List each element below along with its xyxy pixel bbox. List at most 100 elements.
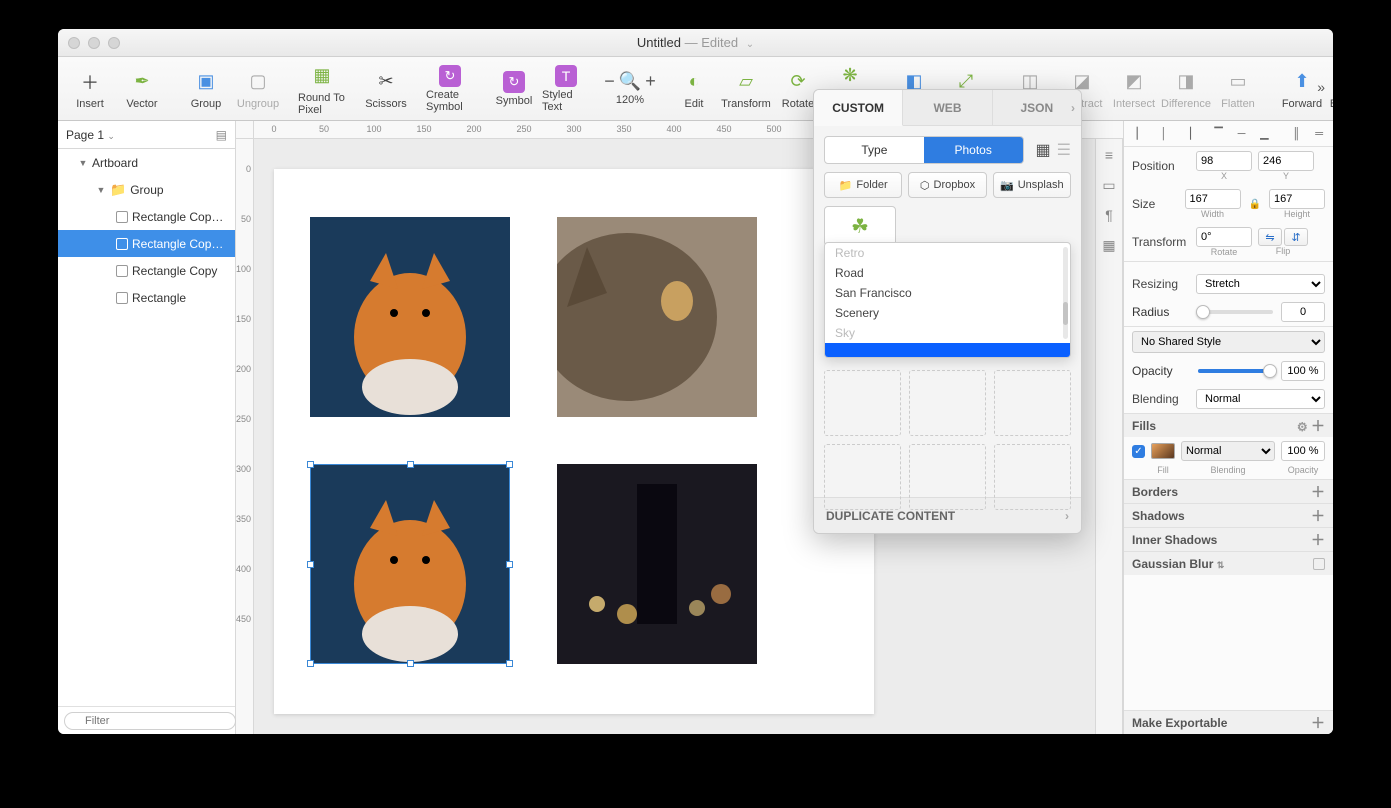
align-bottom-icon[interactable]: ▁ <box>1254 125 1274 143</box>
align-right-icon[interactable]: ▕ <box>1177 125 1197 143</box>
segment-photos[interactable]: Photos <box>924 137 1023 163</box>
edit-button[interactable]: ◐Edit <box>670 60 718 118</box>
artboard[interactable] <box>274 169 874 714</box>
placeholder-slot[interactable] <box>824 370 901 436</box>
round-to-pixel-button[interactable]: ▦Round To Pixel <box>298 60 346 118</box>
fill-blend-select[interactable]: Normal <box>1181 441 1275 461</box>
shared-style-select[interactable]: No Shared Style <box>1132 331 1325 353</box>
resize-handle[interactable] <box>506 660 513 667</box>
grid-view-icon[interactable]: ▦ <box>1036 140 1051 160</box>
fill-enabled-checkbox[interactable]: ✓ <box>1132 445 1145 458</box>
dropbox-button[interactable]: ⬡Dropbox <box>908 172 986 198</box>
height-input[interactable] <box>1269 189 1325 209</box>
distribute-v-icon[interactable]: ═ <box>1309 125 1329 143</box>
intersect-button[interactable]: ◩Intersect <box>1110 60 1158 118</box>
width-input[interactable] <box>1185 189 1241 209</box>
create-symbol-button[interactable]: ↻Create Symbol <box>426 60 474 118</box>
add-fill-icon[interactable]: ＋ <box>1311 418 1325 434</box>
resizing-select[interactable]: Stretch <box>1196 274 1325 294</box>
close-button[interactable] <box>68 37 80 49</box>
align-top-icon[interactable]: ▔ <box>1209 125 1229 143</box>
x-input[interactable] <box>1196 151 1252 171</box>
image-fox-top[interactable] <box>310 217 510 417</box>
resize-handle[interactable] <box>407 461 414 468</box>
dropdown-item[interactable]: Sky <box>825 323 1070 343</box>
export-header[interactable]: Make Exportable＋ <box>1124 710 1333 734</box>
dropdown-item[interactable]: Scenery <box>825 303 1070 323</box>
dropdown-item[interactable]: Road <box>825 263 1070 283</box>
align-panel-icon[interactable]: ≡ <box>1099 145 1119 165</box>
add-shadow-icon[interactable]: ＋ <box>1311 506 1325 526</box>
placeholder-slot[interactable] <box>994 444 1071 510</box>
zoom-button[interactable] <box>108 37 120 49</box>
styled-text-button[interactable]: TStyled Text <box>542 60 590 118</box>
resize-handle[interactable] <box>307 660 314 667</box>
fill-swatch[interactable] <box>1151 443 1175 459</box>
tab-json[interactable]: JSON <box>993 90 1081 126</box>
zoom-out-icon[interactable]: − <box>604 71 615 92</box>
add-export-icon[interactable]: ＋ <box>1311 713 1325 733</box>
add-border-icon[interactable]: ＋ <box>1311 482 1325 502</box>
difference-button[interactable]: ◨Difference <box>1162 60 1210 118</box>
chevron-updown-icon[interactable]: ⇅ <box>1217 560 1225 570</box>
toolbar-overflow-icon[interactable]: » <box>1317 79 1325 95</box>
dropdown-selection-bar[interactable] <box>825 343 1070 357</box>
segment-type[interactable]: Type <box>825 137 924 163</box>
scrollbar-thumb[interactable] <box>1063 302 1068 325</box>
resize-handle[interactable] <box>506 561 513 568</box>
layer-artboard[interactable]: ▼Artboard <box>58 149 235 176</box>
radius-slider[interactable] <box>1198 310 1273 314</box>
tab-custom[interactable]: CUSTOM <box>814 90 903 126</box>
minimize-button[interactable] <box>88 37 100 49</box>
radius-input[interactable] <box>1281 302 1325 322</box>
title-menu-chevron[interactable]: ⌄ <box>746 39 754 50</box>
add-inner-shadow-icon[interactable]: ＋ <box>1311 530 1325 550</box>
fill-opacity-input[interactable] <box>1281 441 1325 461</box>
folder-button[interactable]: 📁Folder <box>824 172 902 198</box>
page-selector[interactable]: Page 1 ⌄ ▤ <box>58 121 235 149</box>
dropdown-item[interactable]: Retro <box>825 243 1070 263</box>
flatten-button[interactable]: ▭Flatten <box>1214 60 1262 118</box>
distribute-h-icon[interactable]: ║ <box>1286 125 1306 143</box>
placeholder-slot[interactable] <box>824 444 901 510</box>
disclosure-triangle-icon[interactable]: ▼ <box>78 158 88 168</box>
ungroup-button[interactable]: ▢Ungroup <box>234 60 282 118</box>
gear-icon[interactable]: ⚙ <box>1297 420 1308 434</box>
flip-h-button[interactable]: ⇋ <box>1258 228 1282 246</box>
gaussian-checkbox[interactable] <box>1313 558 1325 570</box>
gaussian-header[interactable]: Gaussian Blur ⇅ <box>1124 551 1333 575</box>
artboard-panel-icon[interactable]: ▭ <box>1099 175 1119 195</box>
search-input[interactable]: ☘ <box>824 206 896 246</box>
rotate-input[interactable] <box>1196 227 1252 247</box>
borders-header[interactable]: Borders＋ <box>1124 479 1333 503</box>
list-view-icon[interactable]: ☰ <box>1057 140 1071 160</box>
vector-button[interactable]: ✒Vector <box>118 60 166 118</box>
disclosure-triangle-icon[interactable]: ▼ <box>96 185 106 195</box>
resize-handle[interactable] <box>307 461 314 468</box>
align-center-h-icon[interactable]: │ <box>1154 125 1174 143</box>
placeholder-slot[interactable] <box>909 370 986 436</box>
resize-handle[interactable] <box>506 461 513 468</box>
dropdown-item[interactable]: San Francisco <box>825 283 1070 303</box>
scrollbar[interactable] <box>1063 247 1068 339</box>
layout-panel-icon[interactable]: ▦ <box>1099 235 1119 255</box>
lock-icon[interactable]: 🔒 <box>1247 199 1263 210</box>
resize-handle[interactable] <box>307 561 314 568</box>
align-middle-icon[interactable]: ─ <box>1232 125 1252 143</box>
insert-button[interactable]: ＋Insert <box>66 60 114 118</box>
layer-rectangle[interactable]: Rectangle Cop… <box>58 203 235 230</box>
text-panel-icon[interactable]: ¶ <box>1099 205 1119 225</box>
layer-group[interactable]: ▼📁Group <box>58 176 235 203</box>
y-input[interactable] <box>1258 151 1314 171</box>
backward-button[interactable]: ⬇Backward <box>1330 60 1333 118</box>
shadows-header[interactable]: Shadows＋ <box>1124 503 1333 527</box>
zoom-in-icon[interactable]: + <box>645 71 656 92</box>
group-button[interactable]: ▣Group <box>182 60 230 118</box>
opacity-slider[interactable] <box>1198 369 1273 373</box>
placeholder-slot[interactable] <box>909 444 986 510</box>
filter-input[interactable] <box>64 712 236 730</box>
blending-select[interactable]: Normal <box>1196 389 1325 409</box>
align-left-icon[interactable]: ▏ <box>1131 125 1151 143</box>
image-cat[interactable] <box>557 217 757 417</box>
page-list-icon[interactable]: ▤ <box>216 128 227 142</box>
